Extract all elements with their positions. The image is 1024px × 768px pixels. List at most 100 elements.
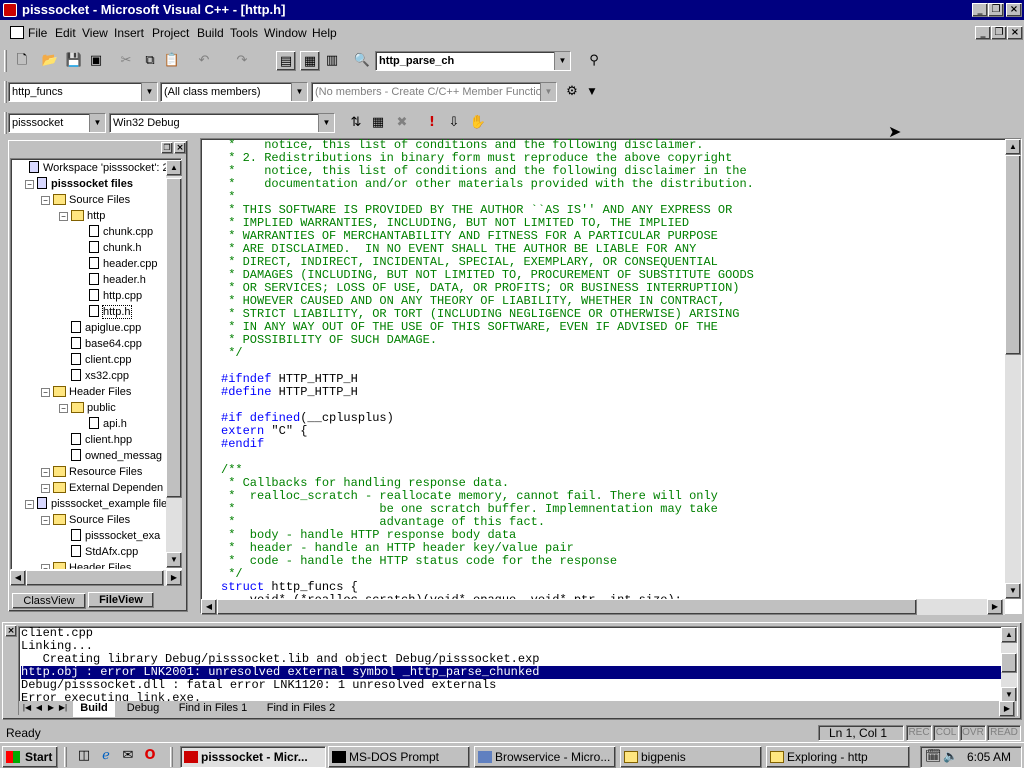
clock[interactable]: 6:05 AM xyxy=(967,750,1011,764)
scroll-up-icon[interactable]: ▲ xyxy=(1001,627,1017,643)
opera-icon[interactable]: O xyxy=(140,747,160,765)
chevron-down-icon[interactable]: ▼ xyxy=(540,83,556,101)
chevron-down-icon[interactable]: ▼ xyxy=(141,83,157,101)
code-editor[interactable]: * notice, this list of conditions and th… xyxy=(200,138,1022,615)
scheduler-icon[interactable]: 🗓 xyxy=(925,749,942,764)
tree-item[interactable]: − pisssocket_example file xyxy=(25,497,167,512)
members-combo[interactable]: (No members - Create C/C++ Member Functi… xyxy=(311,82,557,102)
tree-item[interactable]: header.cpp xyxy=(89,257,157,272)
scroll-up-icon[interactable]: ▲ xyxy=(1005,139,1021,155)
tree-vertical-scrollbar[interactable]: ▲ ▼ xyxy=(166,160,182,568)
restore-button[interactable]: ❐ xyxy=(988,3,1004,17)
tab-scroll-right-icon[interactable]: ▶ xyxy=(45,701,57,717)
scroll-left-icon[interactable]: ◀ xyxy=(201,599,217,615)
output-vertical-scrollbar[interactable]: ▲ ▼ xyxy=(1001,627,1017,703)
save-all-icon[interactable]: ▣ xyxy=(86,51,106,71)
start-button[interactable]: Start xyxy=(2,746,58,768)
execute-icon[interactable]: ! xyxy=(422,113,442,133)
tree-item[interactable]: client.hpp xyxy=(71,433,132,448)
tree-item[interactable]: chunk.h xyxy=(89,241,142,256)
filter-combo[interactable]: (All class members) ▼ xyxy=(160,82,308,102)
output-window[interactable]: client.cpp Linking... Creating library De… xyxy=(18,626,1018,717)
build-icon[interactable]: ▦ xyxy=(368,113,388,133)
task-exploring[interactable]: Exploring - http xyxy=(766,746,910,768)
code-line[interactable]: * documentation and/or other materials p… xyxy=(221,178,1011,191)
mail-icon[interactable]: ✉ xyxy=(118,747,138,765)
tree-item[interactable]: − public xyxy=(59,401,116,416)
open-folder-icon[interactable]: 📂 xyxy=(40,51,60,71)
tree-item[interactable]: http.h xyxy=(89,305,132,320)
scroll-thumb[interactable] xyxy=(217,599,917,615)
compile-icon[interactable]: ⇅ xyxy=(346,113,366,133)
window-list-icon[interactable]: ▥ xyxy=(322,51,342,71)
menu-view[interactable]: View xyxy=(82,26,108,40)
tree-item[interactable]: owned_messag xyxy=(71,449,162,464)
task-msdos[interactable]: MS-DOS Prompt xyxy=(328,746,470,768)
collapse-toggle-icon[interactable]: − xyxy=(41,516,50,525)
scroll-right-icon[interactable]: ▶ xyxy=(987,599,1003,615)
tree-item[interactable]: Workspace 'pisssocket': 2 p xyxy=(29,161,178,176)
collapse-toggle-icon[interactable]: − xyxy=(41,196,50,205)
menu-build[interactable]: Build xyxy=(197,26,224,40)
code-line[interactable]: #endif xyxy=(221,438,1011,451)
collapse-toggle-icon[interactable]: − xyxy=(41,468,50,477)
scroll-thumb[interactable] xyxy=(1005,155,1021,355)
find-combo[interactable]: http_parse_ch ▼ xyxy=(375,51,571,71)
chevron-down-icon[interactable]: ▼ xyxy=(554,52,570,70)
code-line[interactable]: * POSSIBILITY OF SUCH DAMAGE. xyxy=(221,334,1011,347)
scroll-up-icon[interactable]: ▲ xyxy=(166,160,182,176)
paste-icon[interactable]: 📋 xyxy=(162,51,182,71)
tab-find-in-files-2[interactable]: Find in Files 2 xyxy=(259,701,343,717)
breakpoint-hand-icon[interactable]: ✋ xyxy=(468,113,488,133)
tab-find-in-files-1[interactable]: Find in Files 1 xyxy=(171,701,255,717)
minimize-button[interactable]: _ xyxy=(972,3,988,17)
collapse-toggle-icon[interactable]: − xyxy=(41,388,50,397)
doc-restore-button[interactable]: ❐ xyxy=(991,26,1007,40)
chevron-down-icon[interactable]: ▼ xyxy=(291,83,307,101)
stop-build-icon[interactable]: ✖ xyxy=(392,113,412,133)
wizard-action-icon[interactable]: ⚙ xyxy=(562,82,582,102)
output-text[interactable]: client.cpp Linking... Creating library De… xyxy=(21,627,1001,703)
tree-item[interactable]: − Source Files xyxy=(41,513,130,528)
output-line[interactable]: client.cpp xyxy=(21,627,1001,640)
scroll-left-icon[interactable]: ◀ xyxy=(10,570,26,586)
task-browservice[interactable]: Browservice - Micro... xyxy=(474,746,616,768)
menu-help[interactable]: Help xyxy=(312,26,337,40)
menu-project[interactable]: Project xyxy=(152,26,189,40)
class-combo[interactable]: http_funcs ▼ xyxy=(8,82,158,102)
collapse-toggle-icon[interactable]: − xyxy=(41,484,50,493)
tree-item[interactable]: − Resource Files xyxy=(41,465,142,480)
output-toggle-icon[interactable]: ▦ xyxy=(300,51,320,71)
menu-file[interactable]: File xyxy=(28,26,47,40)
project-combo[interactable]: pisssocket ▼ xyxy=(8,113,106,133)
code-line[interactable] xyxy=(221,451,1011,464)
binoculars-icon[interactable]: ⚲ xyxy=(584,51,604,71)
tree-item[interactable]: − Source Files xyxy=(41,193,130,208)
visual-cpp-icon[interactable] xyxy=(3,3,17,17)
tree-item[interactable]: header.h xyxy=(89,273,146,288)
tab-classview[interactable]: ClassView xyxy=(12,593,86,609)
tab-debug[interactable]: Debug xyxy=(119,701,167,717)
collapse-toggle-icon[interactable]: − xyxy=(59,404,68,413)
chevron-down-icon[interactable]: ▼ xyxy=(318,114,334,132)
code-text[interactable]: * notice, this list of conditions and th… xyxy=(221,139,1011,599)
tree-item[interactable]: chunk.cpp xyxy=(89,225,153,240)
workspace-toggle-icon[interactable]: ▤ xyxy=(276,51,296,71)
code-line[interactable]: #if defined(__cplusplus) xyxy=(221,412,1011,425)
tab-scroll-left-icon[interactable]: ◀ xyxy=(33,701,45,717)
collapse-toggle-icon[interactable]: − xyxy=(59,212,68,221)
config-combo[interactable]: Win32 Debug ▼ xyxy=(109,113,335,133)
tree-item[interactable]: http.cpp xyxy=(89,289,142,304)
menu-window[interactable]: Window xyxy=(264,26,307,40)
task-pisssocket[interactable]: pisssocket - Micr... xyxy=(180,746,326,768)
menu-insert[interactable]: Insert xyxy=(114,26,144,40)
find-in-files-icon[interactable]: 🔍 xyxy=(352,51,372,71)
file-tree[interactable]: Workspace 'pisssocket': 2 p − pisssocket f… xyxy=(10,158,182,570)
tree-item[interactable]: xs32.cpp xyxy=(71,369,129,384)
scroll-down-icon[interactable]: ▼ xyxy=(1005,583,1021,599)
scroll-down-icon[interactable]: ▼ xyxy=(166,552,182,568)
tab-fileview[interactable]: FileView xyxy=(88,592,154,608)
tree-item[interactable]: StdAfx.cpp xyxy=(71,545,138,560)
collapse-toggle-icon[interactable]: − xyxy=(25,180,34,189)
output-close-button[interactable]: × xyxy=(5,625,17,637)
